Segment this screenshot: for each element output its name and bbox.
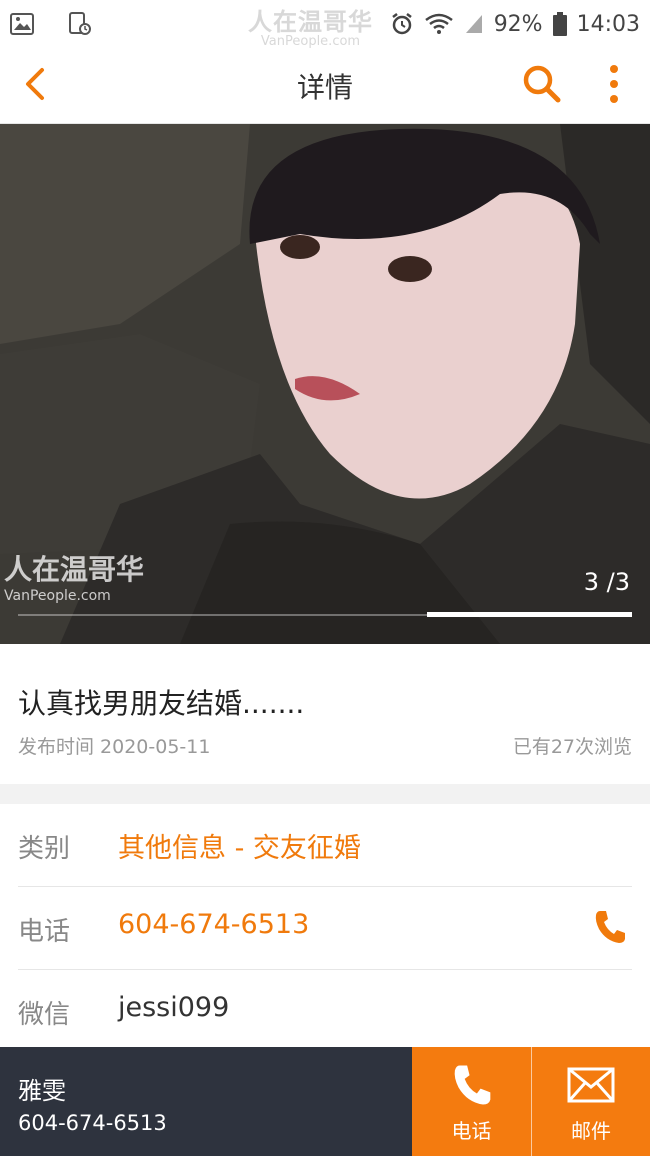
phone-icon xyxy=(454,1065,490,1105)
phone-icon[interactable] xyxy=(594,909,626,945)
post-title: 认真找男朋友结婚....... xyxy=(18,687,305,720)
detail-row-phone[interactable]: 电话 604-674-6513 xyxy=(18,887,632,970)
battery-icon xyxy=(552,12,567,36)
mail-button-label: 邮件 xyxy=(571,1119,611,1143)
image-icon xyxy=(10,13,34,35)
photo-watermark: 人在温哥华 VanPeople.com xyxy=(4,548,144,604)
post-views: 已有27次浏览 xyxy=(512,736,632,758)
category-value[interactable]: 其他信息 - 交友征婚 xyxy=(118,826,361,865)
status-bar: 人在温哥华 VanPeople.com 92% 14:03 xyxy=(0,0,650,49)
more-icon[interactable] xyxy=(600,62,628,106)
phone-value[interactable]: 604-674-6513 xyxy=(118,909,309,940)
photo-watermark-main: 人在温哥华 xyxy=(4,553,145,586)
contact-card: 雅雯 604-674-6513 xyxy=(0,1047,412,1156)
photo-gallery[interactable]: 人在温哥华 VanPeople.com 3 /3 xyxy=(0,124,650,644)
search-icon[interactable] xyxy=(520,62,564,106)
mail-button[interactable]: 邮件 xyxy=(531,1047,650,1156)
gallery-progress-thumb xyxy=(427,612,632,617)
details-list: 类别 其他信息 - 交友征婚 电话 604-674-6513 微信 jessi0… xyxy=(0,804,650,1053)
detail-row-category: 类别 其他信息 - 交友征婚 xyxy=(18,804,632,887)
category-label: 类别 xyxy=(18,834,71,864)
gallery-counter: 3 /3 xyxy=(583,568,630,596)
clock: 14:03 xyxy=(576,11,640,37)
detail-row-wechat: 微信 jessi099 xyxy=(18,970,632,1053)
contact-name: 雅雯 xyxy=(18,1077,66,1105)
status-watermark-main: 人在温哥华 xyxy=(248,8,373,36)
nav-bar: 详情 xyxy=(0,48,650,124)
battery-percent: 92% xyxy=(493,11,543,37)
call-button[interactable]: 电话 xyxy=(412,1047,531,1156)
signal-icon xyxy=(465,15,482,33)
section-divider xyxy=(0,784,650,804)
status-watermark: 人在温哥华 VanPeople.com xyxy=(248,2,373,49)
contact-phone: 604-674-6513 xyxy=(18,1111,167,1135)
status-watermark-site: VanPeople.com xyxy=(260,34,361,49)
call-button-label: 电话 xyxy=(451,1119,492,1143)
screen-record-icon xyxy=(69,12,91,35)
phone-label: 电话 xyxy=(18,917,71,947)
post-date: 发布时间 2020-05-11 xyxy=(18,736,211,758)
mail-icon xyxy=(567,1067,615,1103)
post-header: 认真找男朋友结婚....... 发布时间 2020-05-11 已有27次浏览 xyxy=(0,644,650,784)
bottom-action-bar: 雅雯 604-674-6513 电话 邮件 xyxy=(0,1047,650,1156)
wechat-label: 微信 xyxy=(18,1000,71,1030)
wifi-icon xyxy=(424,13,453,34)
wechat-value: jessi099 xyxy=(118,992,230,1023)
photo-watermark-site: VanPeople.com xyxy=(4,588,111,604)
alarm-icon xyxy=(391,13,412,35)
